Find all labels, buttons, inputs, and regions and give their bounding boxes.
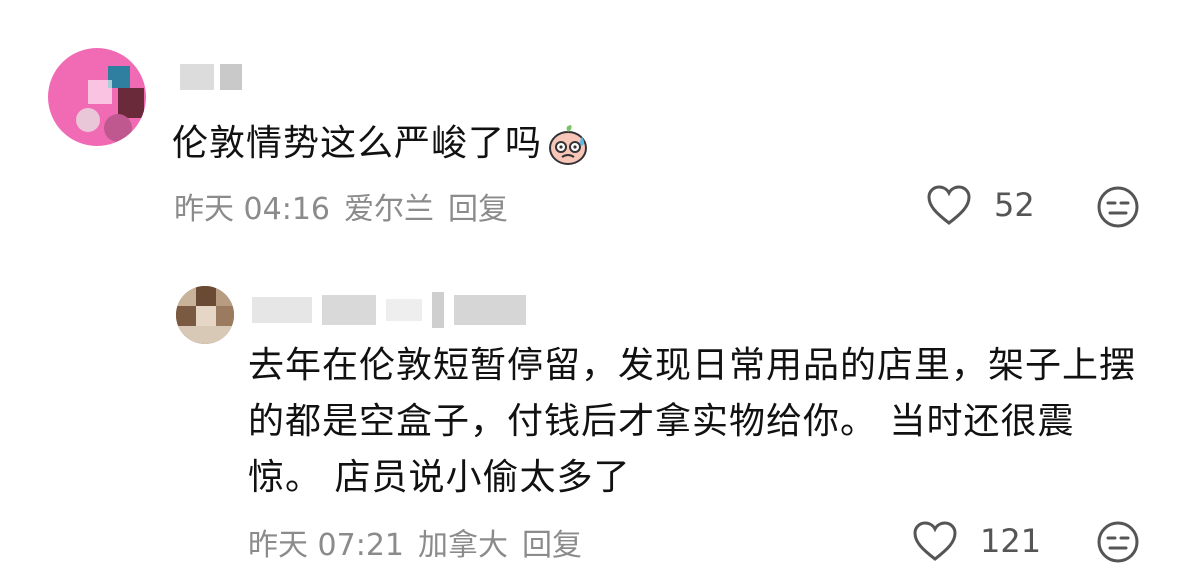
- avatar[interactable]: [176, 286, 234, 344]
- avatar-image: [76, 66, 144, 142]
- sweat-face-emoji-icon: [546, 123, 590, 167]
- comment-text: 伦敦情势这么严峻了吗: [172, 116, 892, 172]
- dislike-button[interactable]: [1096, 520, 1140, 564]
- reply-button[interactable]: 回复: [522, 520, 582, 564]
- heart-outline-icon: [926, 184, 972, 226]
- comment-location: 爱尔兰: [344, 192, 434, 227]
- comment-time: 昨天 04:16: [174, 192, 330, 227]
- comment-text-content: 伦敦情势这么严峻了吗: [172, 123, 543, 164]
- neutral-face-icon: [1096, 185, 1140, 229]
- comment-time: 昨天 07:21: [248, 528, 404, 563]
- like-count: 52: [994, 186, 1035, 224]
- username-redacted[interactable]: [180, 64, 242, 90]
- comment-meta: 昨天 07:21 加拿大 回复: [248, 520, 582, 564]
- comment-location: 加拿大: [418, 528, 508, 563]
- dislike-button[interactable]: [1096, 185, 1140, 229]
- avatar[interactable]: [48, 48, 146, 146]
- comment-text: 去年在伦敦短暂停留，发现日常用品的店里，架子上摆的都是空盒子，付钱后才拿实物给你…: [248, 338, 1148, 506]
- comment-text-content: 去年在伦敦短暂停留，发现日常用品的店里，架子上摆的都是空盒子，付钱后才拿实物给你…: [248, 345, 1137, 498]
- reply-button[interactable]: 回复: [448, 184, 508, 228]
- heart-outline-icon: [912, 520, 958, 562]
- avatar-image: [176, 286, 234, 344]
- neutral-face-icon: [1096, 520, 1140, 564]
- like-button[interactable]: 121: [912, 520, 1041, 562]
- comment-meta: 昨天 04:16 爱尔兰 回复: [174, 184, 508, 228]
- like-count: 121: [980, 522, 1042, 560]
- username-redacted[interactable]: [252, 292, 526, 328]
- like-button[interactable]: 52: [926, 184, 1035, 226]
